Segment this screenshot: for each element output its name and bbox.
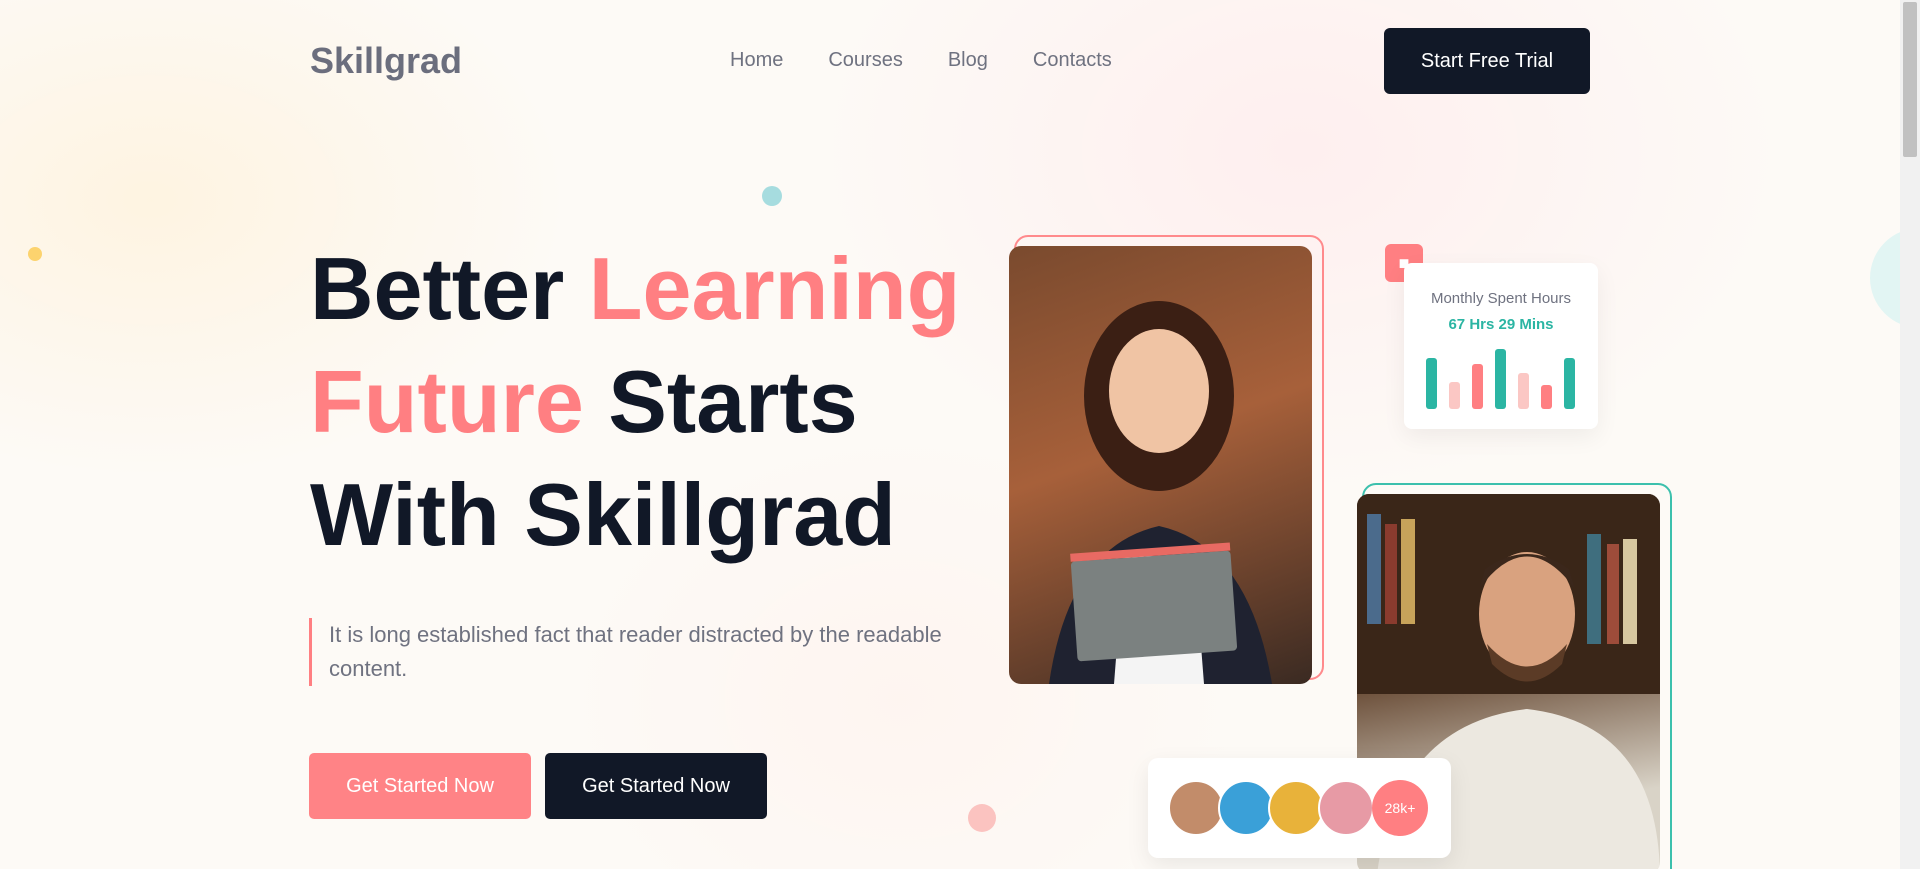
logo[interactable]: Skillgrad — [310, 40, 462, 82]
learner-count-badge: 28k+ — [1372, 780, 1428, 836]
nav-contacts[interactable]: Contacts — [1033, 49, 1112, 72]
hours-bar — [1449, 382, 1460, 409]
avatar — [1168, 780, 1224, 836]
headline-part: Better — [310, 239, 589, 338]
get-started-button-secondary[interactable]: Get Started Now — [545, 753, 767, 819]
decorative-dot — [28, 247, 42, 261]
nav-blog[interactable]: Blog — [948, 49, 988, 72]
headline-part: Starts — [583, 352, 858, 451]
headline-accent: Learning — [588, 239, 961, 338]
hours-bar — [1564, 358, 1575, 409]
hours-bar — [1426, 358, 1437, 409]
headline-accent: Future — [310, 352, 584, 451]
stats-card: Monthly Spent Hours 67 Hrs 29 Mins — [1404, 263, 1598, 429]
scrollbar-thumb[interactable] — [1903, 2, 1917, 157]
avatar — [1218, 780, 1274, 836]
hero-description: It is long established fact that reader … — [309, 618, 989, 686]
hero-headline: Better Learning Future Starts With Skill… — [310, 232, 960, 571]
avatar — [1318, 780, 1374, 836]
student-photo — [1009, 246, 1312, 684]
nav-home[interactable]: Home — [730, 49, 783, 72]
avatar — [1268, 780, 1324, 836]
get-started-button-primary[interactable]: Get Started Now — [309, 753, 531, 819]
hours-bar — [1472, 364, 1483, 409]
decorative-dot — [968, 804, 996, 832]
hours-bar — [1518, 373, 1529, 409]
main-nav: Home Courses Blog Contacts — [730, 49, 1112, 72]
community-avatars: 28k+ — [1148, 758, 1451, 858]
headline-part: With Skillgrad — [310, 465, 896, 564]
start-free-trial-button[interactable]: Start Free Trial — [1384, 28, 1590, 94]
decorative-dot — [762, 186, 782, 206]
nav-courses[interactable]: Courses — [828, 49, 902, 72]
hours-bar-chart — [1426, 349, 1576, 409]
landing-page: Skillgrad Home Courses Blog Contacts Sta… — [0, 0, 1920, 869]
hours-bar — [1541, 385, 1552, 409]
stats-value: 67 Hrs 29 Mins — [1448, 316, 1554, 333]
stats-title: Monthly Spent Hours — [1430, 290, 1572, 307]
hours-bar — [1495, 349, 1506, 409]
